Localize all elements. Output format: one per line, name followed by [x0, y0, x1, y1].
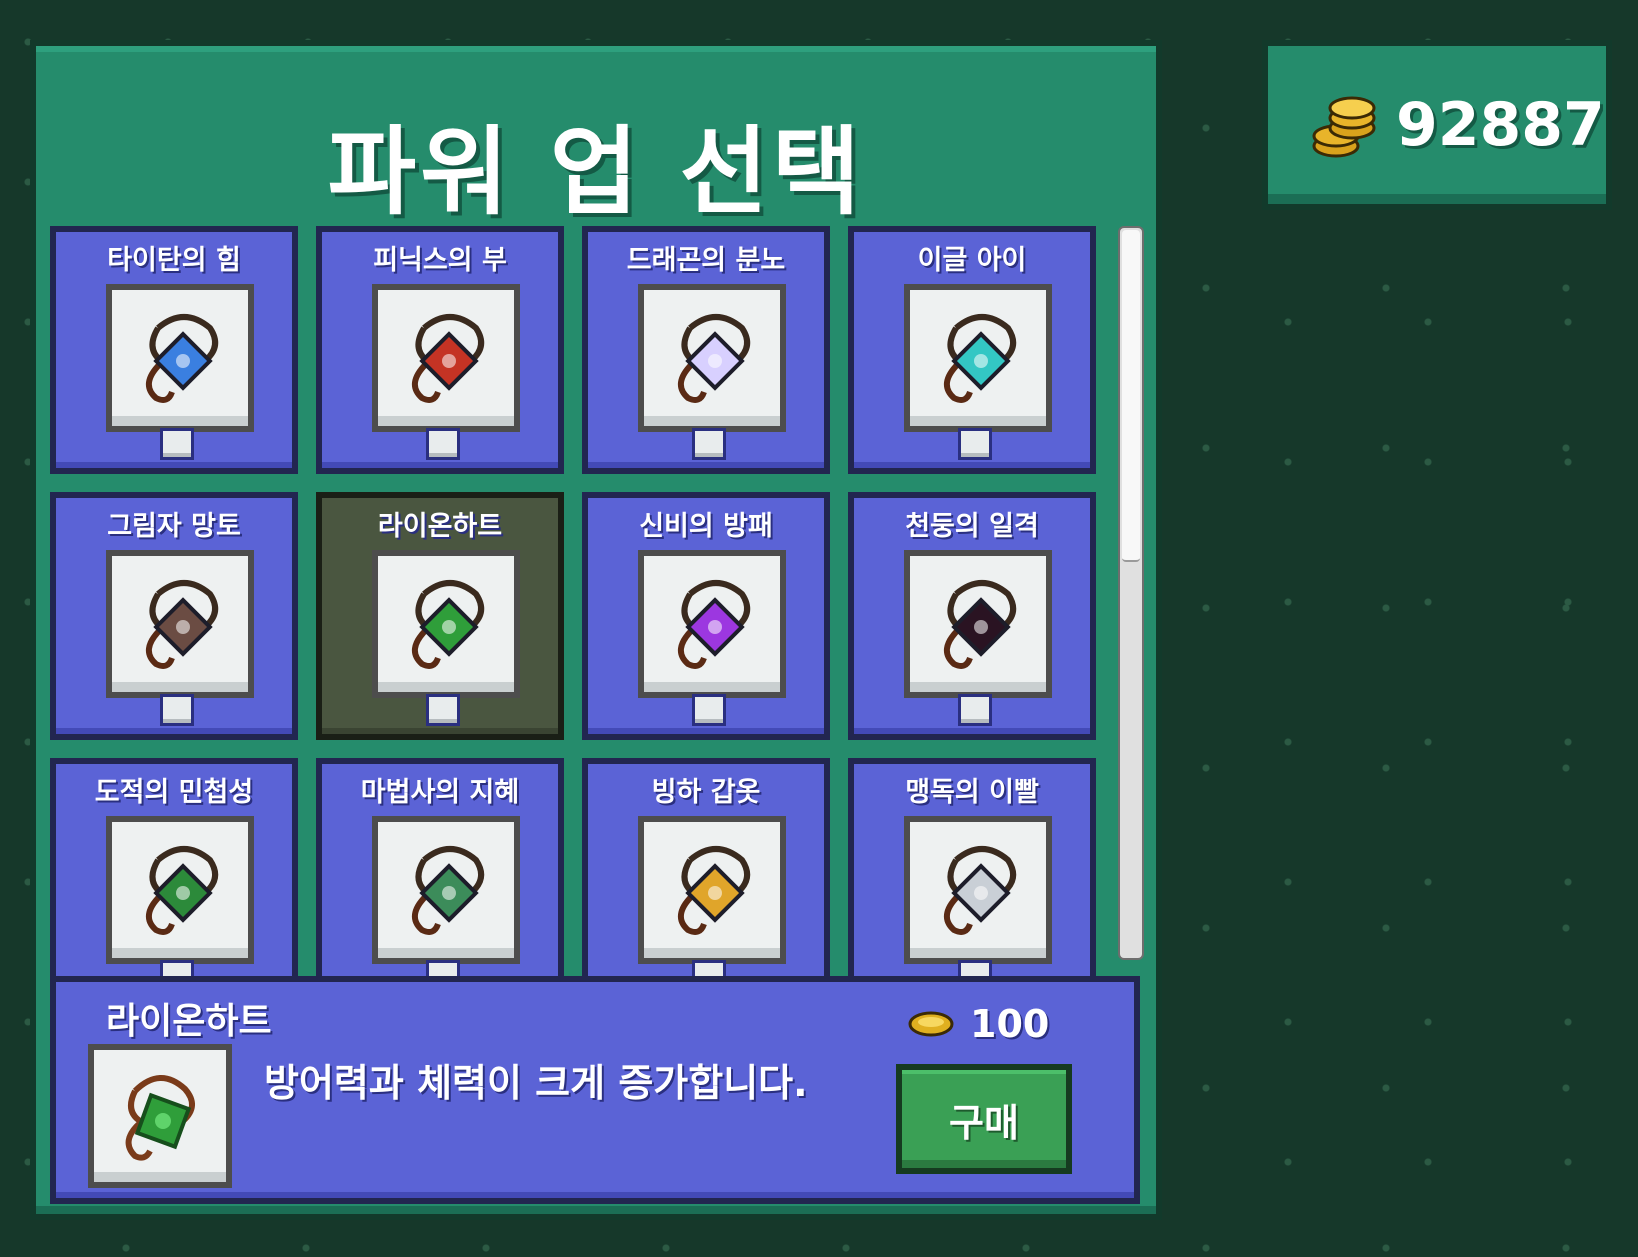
powerup-checkbox[interactable]: [426, 694, 460, 726]
powerup-grid-viewport: 타이탄의 힘 피닉스의 부 드래곤의 분노 이글 아이그림자 망토 라이온하트 신비의 방…: [50, 226, 1110, 998]
powerup-card[interactable]: 신비의 방패: [582, 492, 830, 740]
detail-description: 방어력과 체력이 크게 증가합니다.: [264, 1061, 808, 1105]
powerup-card[interactable]: 그림자 망토: [50, 492, 298, 740]
powerup-icon-frame: [106, 816, 254, 964]
powerup-card[interactable]: 이글 아이: [848, 226, 1096, 474]
powerup-checkbox[interactable]: [160, 428, 194, 460]
powerup-name: 천둥의 일격: [905, 511, 1039, 542]
powerup-checkbox[interactable]: [958, 428, 992, 460]
cyan-orb-amulet-icon: [944, 314, 1017, 403]
red-phoenix-amulet-icon: [412, 314, 485, 403]
silver-cage-icon: [944, 846, 1017, 935]
powerup-name: 타이탄의 힘: [107, 245, 241, 276]
green-crown-icon: [412, 846, 485, 935]
powerup-name: 도적의 민첩성: [94, 777, 254, 808]
purple-gem-amulet-icon: [678, 580, 751, 669]
powerup-name: 그림자 망토: [107, 511, 241, 542]
coin-amount: 92887: [1396, 90, 1605, 160]
powerup-icon-frame: [372, 550, 520, 698]
powerup-card[interactable]: 피닉스의 부: [316, 226, 564, 474]
powerup-checkbox[interactable]: [160, 694, 194, 726]
coin-counter: 92887: [1262, 40, 1612, 210]
scrollbar[interactable]: [1118, 226, 1144, 960]
powerup-icon-frame: [638, 816, 786, 964]
powerup-card[interactable]: 마법사의 지혜: [316, 758, 564, 998]
powerup-checkbox[interactable]: [692, 428, 726, 460]
powerup-card[interactable]: 천둥의 일격: [848, 492, 1096, 740]
powerup-icon-frame: [106, 550, 254, 698]
green-hood-icon: [146, 846, 219, 935]
powerup-name: 이글 아이: [917, 245, 1027, 276]
price-value: 100: [970, 1002, 1050, 1046]
scrollbar-thumb[interactable]: [1122, 230, 1140, 562]
powerup-card[interactable]: 타이탄의 힘: [50, 226, 298, 474]
powerup-name: 마법사의 지혜: [360, 777, 520, 808]
powerup-checkbox[interactable]: [958, 694, 992, 726]
detail-icon-frame: [88, 1044, 232, 1188]
powerup-panel: 파워 업 선택 타이탄의 힘 피닉스의 부 드래곤의 분노 이글 아이 그림자 망토 라이…: [30, 40, 1162, 1220]
buy-button[interactable]: 구매: [896, 1064, 1072, 1174]
powerup-name: 빙하 갑옷: [651, 777, 761, 808]
powerup-icon-frame: [638, 550, 786, 698]
dark-stone-icon: [944, 580, 1017, 669]
green-lion-amulet-icon: [412, 580, 485, 669]
powerup-name: 라이온하트: [377, 511, 503, 542]
powerup-grid: 타이탄의 힘 피닉스의 부 드래곤의 분노 이글 아이그림자 망토 라이온하트 신비의 방…: [50, 226, 1096, 998]
powerup-icon-frame: [372, 816, 520, 964]
powerup-card[interactable]: 드래곤의 분노: [582, 226, 830, 474]
shadow-cloak-icon: [146, 580, 219, 669]
gold-skull-crown-icon: [678, 846, 751, 935]
powerup-name: 드래곤의 분노: [626, 245, 786, 276]
white-gem-amulet-icon: [678, 314, 751, 403]
coin-stack-icon: [1312, 96, 1376, 158]
powerup-name: 맹독의 이빨: [905, 777, 1039, 808]
powerup-icon-frame: [904, 550, 1052, 698]
powerup-card[interactable]: 도적의 민첩성: [50, 758, 298, 998]
powerup-icon-frame: [904, 816, 1052, 964]
powerup-icon-frame: [106, 284, 254, 432]
powerup-checkbox[interactable]: [692, 694, 726, 726]
powerup-icon-frame: [904, 284, 1052, 432]
powerup-name: 피닉스의 부: [373, 245, 507, 276]
blue-crystal-amulet-icon: [146, 314, 219, 403]
powerup-icon-frame: [638, 284, 786, 432]
detail-panel: 라이온하트 방어력과 체력이 크게 증가합니다. 100 구매: [50, 976, 1140, 1204]
powerup-checkbox[interactable]: [426, 428, 460, 460]
green-lion-amulet-icon: [125, 1075, 195, 1161]
powerup-card[interactable]: 라이온하트: [316, 492, 564, 740]
powerup-icon-frame: [372, 284, 520, 432]
page-title: 파워 업 선택: [327, 116, 865, 228]
coin-icon: [908, 1011, 954, 1037]
price-tag: 100: [908, 1002, 1049, 1046]
detail-name: 라이온하트: [106, 1001, 272, 1042]
powerup-name: 신비의 방패: [639, 511, 773, 542]
powerup-card[interactable]: 맹독의 이빨: [848, 758, 1096, 998]
powerup-card[interactable]: 빙하 갑옷: [582, 758, 830, 998]
